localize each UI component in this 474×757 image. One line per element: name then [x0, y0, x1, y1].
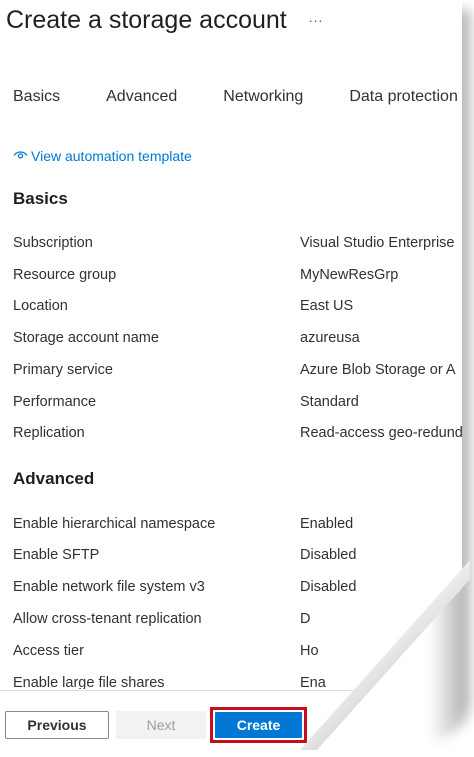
- summary-row: Enable large file shares Ena: [13, 675, 462, 689]
- section-title-advanced: Advanced: [13, 469, 95, 488]
- view-automation-template-link[interactable]: View automation template: [13, 148, 192, 164]
- row-label: Subscription: [13, 235, 93, 251]
- row-value: azureusa: [300, 330, 360, 346]
- section-title-basics: Basics: [13, 189, 68, 208]
- summary-row: Storage account name azureusa: [13, 330, 462, 352]
- tab-data-protection[interactable]: Data protection: [349, 88, 458, 106]
- summary-row: Allow cross-tenant replication D: [13, 611, 462, 633]
- create-button-highlight: Create: [210, 707, 307, 743]
- row-label: Replication: [13, 425, 85, 441]
- screenshot-stage: Create a storage account ... Basics Adva…: [0, 0, 474, 757]
- summary-row: Enable hierarchical namespace Enabled: [13, 516, 462, 538]
- tab-advanced[interactable]: Advanced: [106, 88, 177, 106]
- summary-row: Subscription Visual Studio Enterprise: [13, 235, 462, 257]
- previous-button[interactable]: Previous: [5, 711, 109, 739]
- header: Create a storage account ...: [6, 2, 323, 38]
- summary-row: Enable SFTP Disabled: [13, 547, 462, 569]
- more-options-icon[interactable]: ...: [309, 9, 324, 25]
- row-value: Read-access geo-redund: [300, 425, 462, 441]
- row-value: Ho: [300, 643, 319, 659]
- summary-row: Performance Standard: [13, 394, 462, 416]
- row-label: Resource group: [13, 267, 117, 283]
- summary-row: Primary service Azure Blob Storage or A: [13, 362, 462, 384]
- row-value: Standard: [300, 394, 359, 410]
- row-label: Enable large file shares: [13, 675, 165, 689]
- row-label: Performance: [13, 394, 97, 410]
- tab-networking[interactable]: Networking: [223, 88, 303, 106]
- row-label: Enable network file system v3: [13, 579, 205, 595]
- eye-icon: [13, 151, 28, 159]
- row-value: Disabled: [300, 579, 357, 595]
- automation-link-label: View automation template: [31, 148, 192, 164]
- row-label: Enable hierarchical namespace: [13, 516, 216, 532]
- footer-actions: Previous Next Create: [0, 690, 462, 745]
- summary-row: Resource group MyNewResGrp: [13, 267, 462, 289]
- row-value: D: [300, 611, 311, 627]
- tab-bar: Basics Advanced Networking Data protecti…: [13, 88, 462, 106]
- row-value: Ena: [300, 675, 326, 689]
- summary-row: Replication Read-access geo-redund: [13, 425, 462, 447]
- row-value: East US: [300, 298, 354, 314]
- row-label: Access tier: [13, 643, 84, 659]
- row-label: Storage account name: [13, 330, 159, 346]
- summary-row: Enable network file system v3 Disabled: [13, 579, 462, 601]
- row-value: Disabled: [300, 547, 357, 563]
- page-title: Create a storage account: [6, 5, 287, 34]
- row-value: Azure Blob Storage or A: [300, 362, 456, 378]
- row-label: Allow cross-tenant replication: [13, 611, 202, 627]
- row-value: MyNewResGrp: [300, 267, 399, 283]
- row-value: Enabled: [300, 516, 354, 532]
- row-label: Enable SFTP: [13, 547, 100, 563]
- summary-row: Location East US: [13, 298, 462, 320]
- row-label: Primary service: [13, 362, 113, 378]
- row-label: Location: [13, 298, 68, 314]
- create-button[interactable]: Create: [215, 712, 302, 738]
- review-create-panel: Create a storage account ... Basics Adva…: [0, 0, 462, 745]
- next-button[interactable]: Next: [116, 711, 206, 739]
- tab-basics[interactable]: Basics: [13, 88, 60, 106]
- row-value: Visual Studio Enterprise: [300, 235, 455, 251]
